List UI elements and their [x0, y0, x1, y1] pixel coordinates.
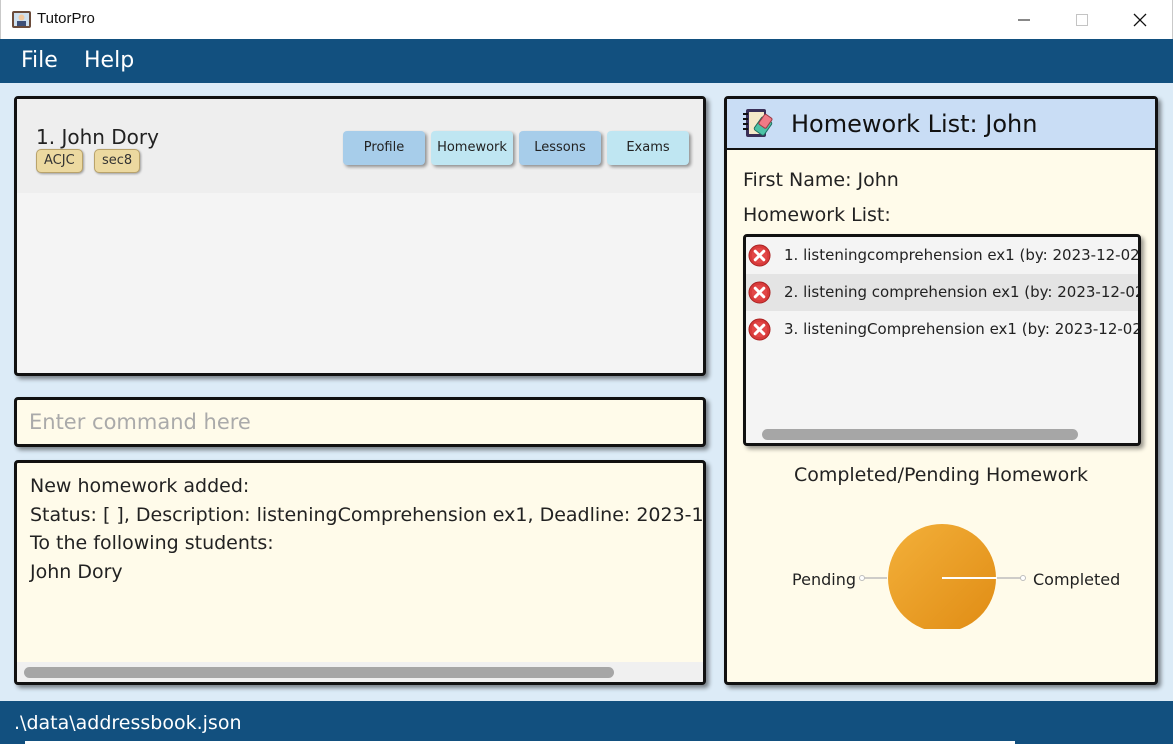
homework-button[interactable]: Homework	[431, 131, 513, 165]
scrollbar-thumb[interactable]	[24, 667, 614, 678]
minimize-icon	[1018, 19, 1030, 20]
incomplete-x-icon	[748, 318, 771, 341]
completed-leader-line	[997, 575, 1026, 581]
result-line: To the following students:	[30, 532, 274, 554]
profile-button[interactable]: Profile	[343, 131, 425, 165]
first-name-label: First Name: John	[743, 169, 899, 191]
homework-header: Homework List: John	[727, 99, 1155, 150]
homework-list-label: Homework List:	[743, 204, 891, 226]
exams-button[interactable]: Exams	[607, 131, 689, 165]
person-card[interactable]: 1. John Dory ACJC sec8 Profile Homework …	[17, 99, 703, 193]
homework-list: 1. listeningcomprehension ex1 (by: 2023-…	[743, 234, 1141, 446]
homework-list-item[interactable]: 3. listeningComprehension ex1 (by: 2023-…	[746, 311, 1138, 348]
homework-item-text: 3. listeningComprehension ex1 (by: 2023-…	[784, 320, 1138, 338]
menu-bar: File Help	[0, 39, 1173, 83]
homework-list-item[interactable]: 2. listening comprehension ex1 (by: 2023…	[746, 274, 1138, 311]
pending-leader-line	[859, 575, 887, 581]
app-icon	[12, 11, 31, 28]
window-title: TutorPro	[37, 10, 95, 27]
result-line: Status: [ ], Description: listeningCompr…	[30, 503, 706, 526]
command-box	[14, 397, 706, 447]
result-text: New homework added: Status: [ ], Descript…	[30, 472, 706, 586]
tag-badge: sec8	[94, 149, 141, 173]
menu-help[interactable]: Help	[84, 48, 134, 73]
homework-panel: Homework List: John First Name: John Hom…	[724, 96, 1158, 685]
result-horizontal-scrollbar[interactable]	[17, 662, 703, 682]
pie-label-completed: Completed	[1033, 570, 1120, 589]
title-bar: TutorPro	[0, 0, 1173, 39]
incomplete-x-icon	[748, 244, 771, 267]
homework-item-text: 2. listening comprehension ex1 (by: 2023…	[784, 283, 1138, 301]
result-line: New homework added:	[30, 475, 250, 497]
result-line: John Dory	[30, 560, 123, 583]
status-bar: .\data\addressbook.json	[0, 701, 1173, 744]
homework-notebook-icon	[743, 109, 773, 137]
menu-file[interactable]: File	[21, 48, 58, 73]
command-input[interactable]	[29, 408, 689, 436]
pie-label-pending: Pending	[792, 570, 856, 589]
chart-title: Completed/Pending Homework	[793, 464, 1089, 486]
incomplete-x-icon	[748, 281, 771, 304]
homework-item-text: 1. listeningcomprehension ex1 (by: 2023-…	[784, 246, 1138, 264]
homework-list-horizontal-scrollbar[interactable]	[746, 425, 1138, 443]
scrollbar-thumb[interactable]	[762, 429, 1078, 440]
homework-pie-chart: Pending Completed	[792, 524, 1120, 629]
close-button[interactable]	[1111, 0, 1169, 39]
main-area: 1. John Dory ACJC sec8 Profile Homework …	[0, 83, 1173, 701]
person-list-panel: 1. John Dory ACJC sec8 Profile Homework …	[14, 96, 706, 376]
pie-slice-pending[interactable]	[888, 524, 996, 629]
minimize-button[interactable]	[995, 0, 1053, 39]
data-file-path: .\data\addressbook.json	[14, 712, 242, 734]
maximize-icon	[1076, 13, 1088, 26]
lessons-button[interactable]: Lessons	[519, 131, 601, 165]
homework-list-item[interactable]: 1. listeningcomprehension ex1 (by: 2023-…	[746, 237, 1138, 274]
tag-badge: ACJC	[36, 149, 83, 173]
person-name: 1. John Dory	[36, 125, 159, 149]
result-display: New homework added: Status: [ ], Descript…	[14, 460, 706, 685]
maximize-button[interactable]	[1053, 0, 1111, 39]
homework-title: Homework List: John	[791, 110, 1038, 138]
close-icon	[1133, 13, 1147, 26]
